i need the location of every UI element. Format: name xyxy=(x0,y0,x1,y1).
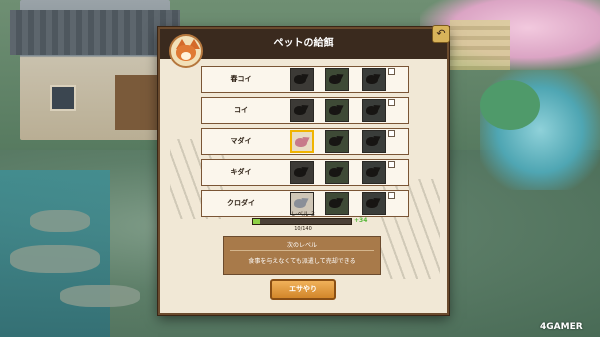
stepping-stone xyxy=(60,285,140,307)
fish-slot[interactable] xyxy=(362,192,386,215)
fish-icon xyxy=(329,164,346,178)
fish-list: 春コイ コイ マダイ キダイ クロダイ xyxy=(201,66,409,221)
fish-icon xyxy=(294,164,311,178)
fish-icon xyxy=(329,195,346,209)
row-checkbox[interactable] xyxy=(388,161,395,168)
fish-slot-selected[interactable] xyxy=(290,130,314,153)
fish-row[interactable]: 春コイ xyxy=(201,66,409,93)
fish-name: 春コイ xyxy=(230,75,252,83)
feed-button[interactable]: エサやり xyxy=(270,279,336,300)
row-checkbox[interactable] xyxy=(388,192,395,199)
fish-name: コイ xyxy=(234,106,248,114)
fox-pet-icon xyxy=(169,34,203,68)
fish-slot[interactable] xyxy=(325,99,349,122)
watermark-logo: 4GAMER xyxy=(540,322,583,332)
fish-row[interactable]: マダイ xyxy=(201,128,409,155)
exp-count: 10/140 xyxy=(294,226,312,232)
back-arrow-icon[interactable]: ↶ xyxy=(432,25,450,43)
pet-feeding-panel: ペットの給餌 ↶ 春コイ コイ マダイ キダイ クロダイ レベル 3 +34 1… xyxy=(158,25,450,315)
fish-icon xyxy=(366,133,383,147)
exp-bonus: +34 xyxy=(354,217,368,224)
fish-icon xyxy=(295,134,312,148)
stepping-stone xyxy=(30,210,90,232)
level-label: レベル 3 xyxy=(291,211,315,218)
exp-progress-fill xyxy=(253,219,260,224)
house-window xyxy=(50,85,76,111)
fish-slot[interactable] xyxy=(362,99,386,122)
house-roof xyxy=(10,10,180,55)
fish-slot[interactable] xyxy=(325,68,349,91)
fish-name: マダイ xyxy=(230,137,252,145)
fish-icon xyxy=(294,71,311,85)
fish-slot[interactable] xyxy=(290,161,314,184)
stepping-stone xyxy=(10,245,100,273)
row-checkbox[interactable] xyxy=(388,130,395,137)
fish-icon xyxy=(366,195,383,209)
fish-icon xyxy=(366,102,383,116)
fish-slot[interactable] xyxy=(362,68,386,91)
bush xyxy=(480,80,540,130)
row-checkbox[interactable] xyxy=(388,68,395,75)
fish-slot[interactable] xyxy=(325,161,349,184)
fish-slot[interactable] xyxy=(290,68,314,91)
fish-icon xyxy=(366,71,383,85)
fish-icon xyxy=(329,71,346,85)
stone-stairs xyxy=(450,20,510,70)
next-level-heading: 次のレベル xyxy=(286,242,317,249)
fish-row[interactable]: コイ xyxy=(201,97,409,124)
fish-name: キダイ xyxy=(230,168,252,176)
fish-slot[interactable] xyxy=(325,130,349,153)
fish-slot[interactable] xyxy=(290,99,314,122)
fish-icon xyxy=(294,195,311,209)
exp-progress-bar xyxy=(252,218,352,225)
fish-row[interactable]: キダイ xyxy=(201,159,409,186)
panel-title: ペットの給餌 xyxy=(160,29,447,59)
next-level-description: 食事を与えなくても派遣して売却できる xyxy=(248,258,356,265)
divider xyxy=(230,250,374,251)
fish-icon xyxy=(294,102,311,116)
fish-slot[interactable] xyxy=(362,161,386,184)
next-level-box: 次のレベル 食事を与えなくても派遣して売却できる xyxy=(223,236,381,275)
row-checkbox[interactable] xyxy=(388,99,395,106)
fish-icon xyxy=(366,164,383,178)
fish-slot[interactable] xyxy=(362,130,386,153)
fish-icon xyxy=(329,133,346,147)
house-door xyxy=(115,75,157,130)
fish-icon xyxy=(329,102,346,116)
